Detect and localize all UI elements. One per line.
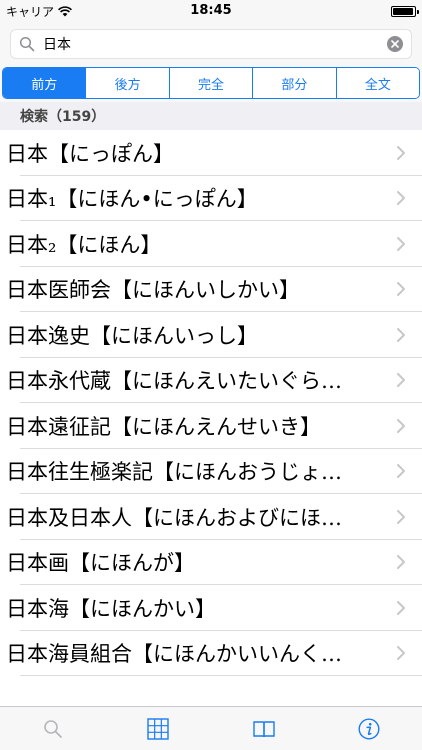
chevron-right-icon: [397, 600, 405, 615]
search-input[interactable]: [43, 36, 387, 52]
chevron-right-icon: [397, 327, 405, 342]
search-mode-area: 前方 後方 完全 部分 全文: [0, 64, 422, 102]
result-text: 日本海員組合【にほんかいいんく…: [6, 642, 342, 667]
clear-search-button[interactable]: [387, 36, 403, 52]
info-icon: [358, 717, 380, 740]
result-text: 日本画【にほんが】: [6, 551, 195, 576]
result-text: 日本₁【にほん•にっぽん】: [6, 187, 258, 212]
book-icon: [253, 720, 275, 737]
tab-info[interactable]: [317, 707, 422, 750]
search-area: [0, 22, 422, 64]
chevron-right-icon: [397, 236, 405, 251]
segment-exact[interactable]: 完全: [169, 68, 254, 98]
results-section-header: 検索（159）: [0, 102, 422, 130]
tab-search[interactable]: [0, 707, 106, 750]
close-icon: [391, 40, 399, 48]
result-text: 日本及日本人【にほんおよびにほ…: [6, 505, 342, 530]
chevron-right-icon: [397, 282, 405, 297]
chevron-right-icon: [397, 509, 405, 524]
result-text: 日本往生極楽記【にほんおうじょ…: [6, 460, 342, 485]
result-row[interactable]: 日本遠征記【にほんえんせいき】: [0, 403, 422, 449]
result-row[interactable]: 日本海員組合【にほんかいいんく…: [0, 630, 422, 676]
result-row[interactable]: 日本₂【にほん】: [0, 221, 422, 267]
status-left: キャリア: [6, 3, 72, 20]
search-box[interactable]: [10, 29, 412, 59]
search-mode-segmented-control: 前方 後方 完全 部分 全文: [2, 67, 420, 99]
chevron-right-icon: [397, 191, 405, 206]
tab-index[interactable]: [106, 707, 212, 750]
result-row[interactable]: 日本医師会【にほんいしかい】: [0, 266, 422, 312]
result-row[interactable]: 日本₁【にほん•にっぽん】: [0, 175, 422, 221]
chevron-right-icon: [397, 373, 405, 388]
result-text: 日本逸史【にほんいっし】: [6, 323, 258, 348]
result-text: 日本海【にほんかい】: [6, 596, 216, 621]
chevron-right-icon: [397, 418, 405, 433]
results-count-label: 検索（159）: [20, 109, 106, 125]
result-row[interactable]: 日本及日本人【にほんおよびにほ…: [0, 494, 422, 540]
result-text: 日本遠征記【にほんえんせいき】: [6, 414, 321, 439]
wifi-icon: [58, 5, 72, 16]
result-text: 日本【にっぽん】: [6, 141, 174, 166]
chevron-right-icon: [397, 464, 405, 479]
battery-icon: [391, 5, 419, 17]
segment-forward[interactable]: 前方: [3, 68, 87, 98]
search-icon: [43, 719, 62, 738]
result-row[interactable]: 日本逸史【にほんいっし】: [0, 312, 422, 358]
battery-level: [393, 7, 413, 15]
segment-partial[interactable]: 部分: [253, 68, 337, 98]
result-text: 日本永代蔵【にほんえいたいぐら…: [6, 369, 342, 394]
result-row[interactable]: 日本【にっぽん】: [0, 130, 422, 176]
chevron-right-icon: [397, 646, 405, 661]
tab-book[interactable]: [211, 707, 317, 750]
search-icon: [19, 36, 35, 52]
result-text: 日本₂【にほん】: [6, 232, 162, 257]
grid-icon: [147, 717, 169, 740]
segment-backward[interactable]: 後方: [86, 68, 170, 98]
result-row[interactable]: 日本画【にほんが】: [0, 539, 422, 585]
result-row[interactable]: 日本往生極楽記【にほんおうじょ…: [0, 448, 422, 494]
segment-fulltext[interactable]: 全文: [336, 68, 419, 98]
result-row[interactable]: 日本永代蔵【にほんえいたいぐら…: [0, 357, 422, 403]
result-row[interactable]: 日本海【にほんかい】: [0, 585, 422, 631]
status-bar: キャリア 18:45: [0, 0, 422, 22]
chevron-right-icon: [397, 555, 405, 570]
carrier-label: キャリア: [6, 4, 55, 19]
results-list[interactable]: 日本【にっぽん】日本₁【にほん•にっぽん】 日本₂【にほん】日本医師会【にほんいし…: [0, 130, 422, 676]
chevron-right-icon: [397, 145, 405, 160]
tab-bar: [0, 706, 422, 750]
result-text: 日本医師会【にほんいしかい】: [6, 278, 300, 303]
